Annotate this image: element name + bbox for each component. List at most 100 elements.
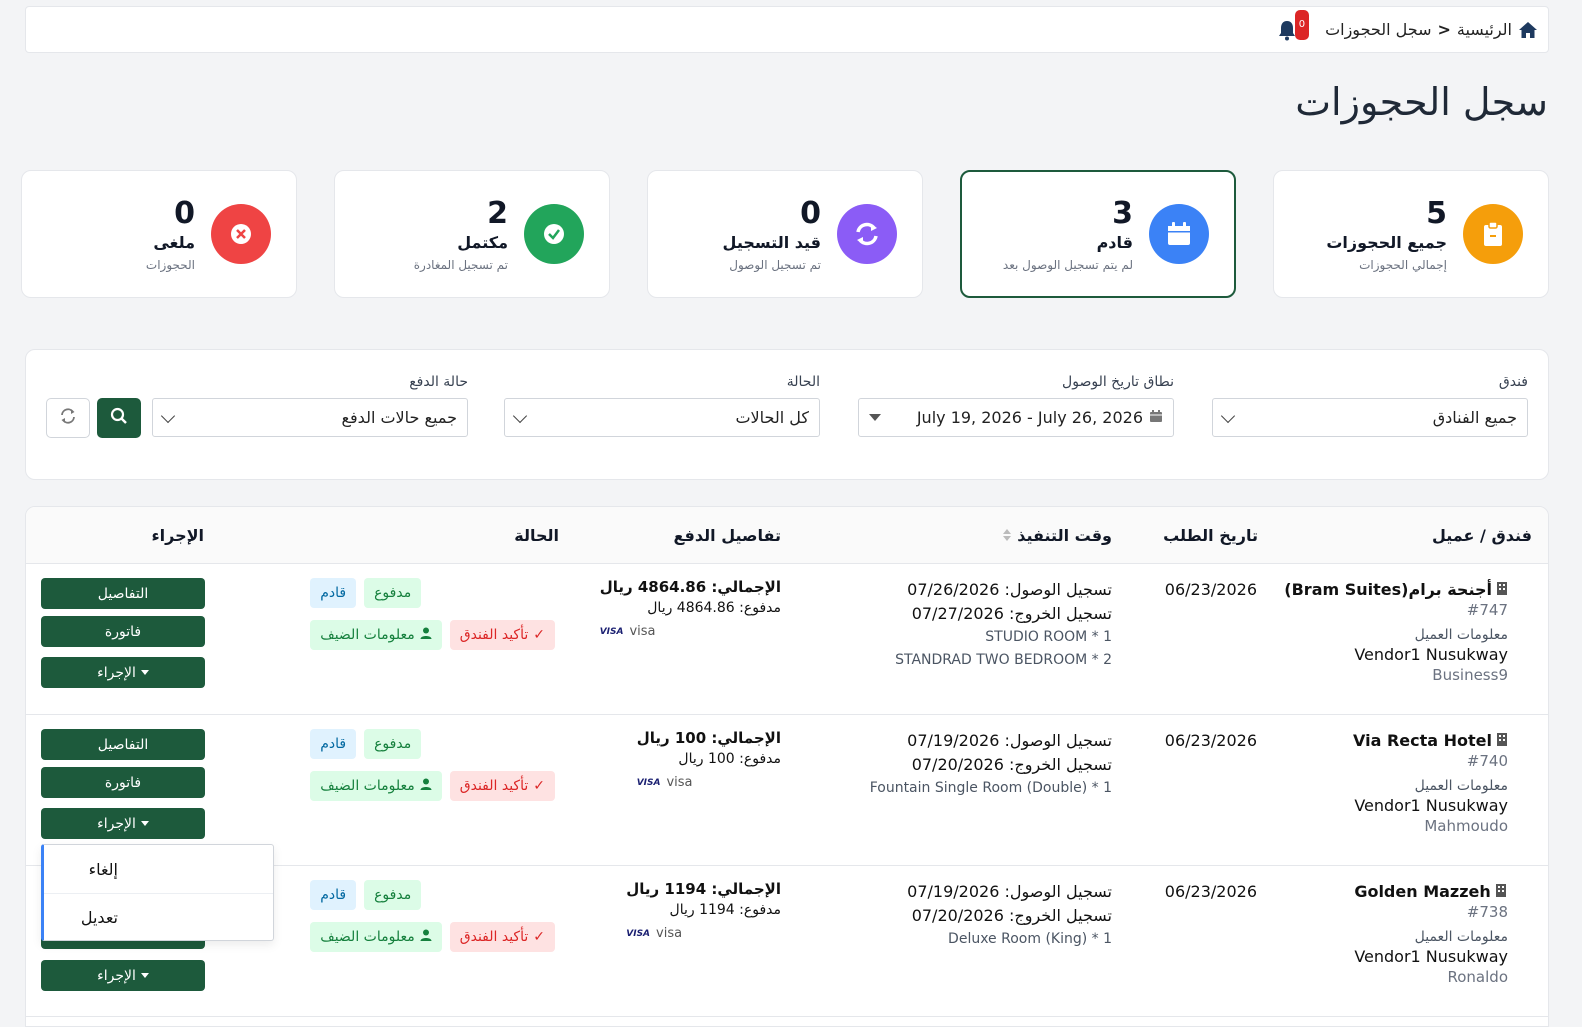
header-hotel-customer: فندق / عميل	[1431, 526, 1532, 545]
action-dropdown-button[interactable]: الإجراء	[41, 657, 205, 688]
customer-username: Ronaldo	[1447, 968, 1509, 986]
hotel-confirmation-button[interactable]: ✓ تأكيد الفندق	[449, 620, 555, 650]
header-execution-time-sortable[interactable]: وقت التنفيذ	[996, 526, 1112, 546]
menu-item-edit[interactable]: تعديل	[44, 893, 273, 941]
stat-count: 5	[1426, 195, 1447, 231]
clipboard-icon	[1463, 204, 1523, 264]
notification-bell[interactable]: 0	[1275, 9, 1310, 41]
guest-info-button[interactable]: معلومات الضيف	[310, 771, 442, 801]
payment-paid: مدفوع: 4864.86 ريال	[647, 600, 781, 616]
hotel-confirmation-button[interactable]: ✓ تأكيد الفندق	[449, 771, 555, 801]
user-icon	[420, 627, 432, 643]
stat-subtitle: تم تسجيل الوصول	[729, 257, 821, 272]
refresh-icon	[837, 204, 897, 264]
hotel-confirmation-button[interactable]: ✓ تأكيد الفندق	[449, 922, 555, 952]
payment-filter-label: حالة الدفع	[409, 374, 468, 390]
table-row: أجنحة برام(Bram Suites) #747 معلومات الع…	[26, 564, 1548, 715]
guest-info-label: معلومات الضيف	[320, 627, 415, 643]
invoice-button[interactable]: فاتورة	[41, 767, 205, 798]
customer-name: Vendor1 Nusukway	[1354, 947, 1508, 966]
stat-subtitle: لم يتم تسجيل الوصول بعد	[1002, 257, 1133, 272]
hotel-link[interactable]: أجنحة برام(Bram Suites)	[1284, 580, 1508, 599]
top-bar: الرئيسية < سجل الحجوزات 0	[25, 6, 1549, 53]
action-dropdown-button[interactable]: الإجراء	[41, 960, 205, 991]
caret-down-icon	[140, 973, 149, 978]
search-button[interactable]	[97, 398, 141, 438]
breadcrumb-separator: <	[1437, 20, 1451, 39]
stat-card-cancelled[interactable]: 0 ملغى الحجوزات	[21, 170, 297, 298]
request-date: 06/23/2026	[1164, 882, 1257, 901]
action-dropdown-button[interactable]: الإجراء	[41, 808, 205, 839]
guest-info-button[interactable]: معلومات الضيف	[310, 620, 442, 650]
checkin-date: تسجيل الوصول: 07/19/2026	[907, 731, 1112, 750]
caret-down-icon	[140, 670, 149, 675]
visa-icon: VISA	[636, 777, 661, 788]
menu-item-cancel[interactable]: إلغاء	[44, 845, 273, 893]
hotel-select[interactable]: جميع الفنادق	[1212, 398, 1528, 437]
customer-label: معلومات العميل	[1414, 778, 1508, 794]
chevron-down-icon	[512, 408, 528, 423]
sort-icon	[1002, 527, 1012, 546]
stat-card-checkedin[interactable]: 0 قيد التسجيل تم تسجيل الوصول	[647, 170, 923, 298]
check-icon: ✓	[533, 778, 545, 794]
action-label: الإجراء	[97, 967, 136, 984]
stat-count: 2	[487, 195, 508, 231]
invoice-button[interactable]: فاتورة	[41, 616, 205, 647]
payment-badge: مدفوع	[364, 729, 422, 759]
caret-down-icon	[869, 414, 881, 421]
calendar-icon	[1149, 408, 1163, 427]
user-icon	[420, 778, 432, 794]
action-dropdown-menu: إلغاء تعديل	[41, 844, 274, 941]
payment-status-select[interactable]: جميع حالات الدفع	[152, 398, 468, 437]
hotel-name: أجنحة برام(Bram Suites)	[1284, 580, 1492, 599]
checkout-date: تسجيل الخروج: 07/20/2026	[911, 906, 1112, 925]
home-icon[interactable]	[1518, 21, 1538, 39]
details-button[interactable]: التفاصيل	[41, 578, 205, 609]
visa-icon: VISA	[599, 626, 624, 637]
search-icon	[110, 407, 128, 429]
visa-icon: VISA	[626, 928, 651, 939]
stat-title: جميع الحجوزات	[1326, 232, 1447, 252]
customer-username: Business9	[1432, 666, 1508, 684]
hotel-link[interactable]: Golden Mazzeh	[1354, 882, 1508, 901]
stat-subtitle: الحجوزات	[145, 257, 195, 272]
payment-paid: مدفوع: 1194 ريال	[669, 902, 781, 918]
stats-row: 5 جميع الحجوزات إجمالي الحجوزات 3 قادم ل…	[21, 170, 1549, 300]
checkout-date: تسجيل الخروج: 07/20/2026	[911, 755, 1112, 774]
breadcrumb-current: سجل الحجوزات	[1325, 20, 1432, 39]
date-range-value: July 19, 2026 - July 26, 2026	[916, 408, 1143, 427]
header-action: الإجراء	[151, 526, 204, 545]
hotel-select-value: جميع الفنادق	[1432, 408, 1517, 427]
details-button[interactable]: التفاصيل	[41, 729, 205, 760]
status-badge: قادم	[310, 729, 357, 759]
payment-total: الإجمالي: 100 ريال	[636, 729, 781, 747]
status-select-value: كل الحالات	[735, 408, 809, 427]
header-request-date: تاريخ الطلب	[1163, 526, 1258, 545]
status-badge: قادم	[310, 880, 357, 910]
table-header: فندق / عميل تاريخ الطلب وقت التنفيذ تفاص…	[26, 507, 1548, 564]
guest-info-button[interactable]: معلومات الضيف	[310, 922, 442, 952]
customer-username: Mahmoudo	[1424, 817, 1508, 835]
hotel-link[interactable]: Via Recta Hotel	[1353, 731, 1508, 750]
stat-card-completed[interactable]: 2 مكتمل تم تسجيل المغادرة	[334, 170, 610, 298]
action-label: الإجراء	[97, 815, 136, 832]
room-line: Fountain Single Room (Double) * 1	[869, 780, 1112, 796]
reset-filters-button[interactable]	[46, 398, 90, 438]
stat-card-all[interactable]: 5 جميع الحجوزات إجمالي الحجوزات	[1273, 170, 1549, 298]
hotel-name: Via Recta Hotel	[1353, 731, 1492, 750]
header-execution-time: وقت التنفيذ	[1017, 526, 1112, 545]
action-label: الإجراء	[97, 664, 136, 681]
booking-id: #738	[1466, 903, 1508, 921]
payment-method: visa	[666, 775, 693, 790]
header-payment-details: تفاصيل الدفع	[673, 526, 781, 545]
date-range-picker[interactable]: July 19, 2026 - July 26, 2026	[858, 398, 1174, 437]
filters-panel: فندق جميع الفنادق نطاق تاريخ الوصول July…	[25, 349, 1549, 480]
breadcrumb-home[interactable]: الرئيسية	[1457, 20, 1512, 39]
page-title: سجل الحجوزات	[1295, 80, 1548, 124]
room-line: Deluxe Room (King) * 1	[948, 931, 1112, 947]
status-select[interactable]: كل الحالات	[504, 398, 820, 437]
check-icon: ✓	[533, 627, 545, 643]
calendar-icon	[1149, 204, 1209, 264]
hotel-confirmation-label: تأكيد الفندق	[459, 929, 529, 945]
stat-card-upcoming[interactable]: 3 قادم لم يتم تسجيل الوصول بعد	[960, 170, 1236, 298]
